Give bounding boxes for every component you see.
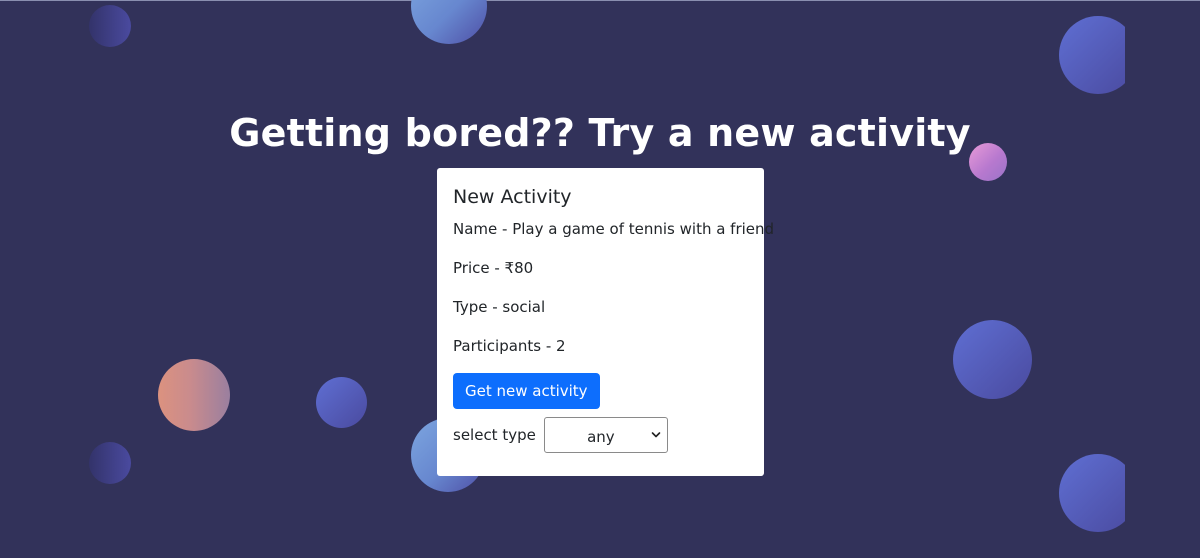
top-border bbox=[0, 0, 1200, 1]
decorative-circle bbox=[411, 0, 487, 44]
type-select-row: select type any bbox=[453, 417, 748, 453]
activity-price: Price - ₹80 bbox=[453, 259, 534, 277]
card-title: New Activity bbox=[453, 186, 572, 208]
select-type-label: select type bbox=[453, 426, 536, 444]
get-new-activity-button[interactable]: Get new activity bbox=[453, 373, 600, 409]
decorative-circle bbox=[89, 5, 131, 47]
decorative-circle bbox=[953, 320, 1032, 399]
decorative-circle-clip bbox=[1055, 15, 1125, 95]
decorative-circle bbox=[89, 442, 131, 484]
activity-type: Type - social bbox=[453, 298, 546, 316]
type-select[interactable]: any bbox=[543, 417, 668, 453]
decorative-circle bbox=[1059, 454, 1125, 532]
decorative-circle-clip bbox=[410, 0, 490, 50]
decorative-circle bbox=[1059, 16, 1125, 94]
page-heading: Getting bored?? Try a new activity bbox=[229, 111, 971, 156]
activity-card: New Activity Name - Play a game of tenni… bbox=[437, 168, 775, 476]
decorative-circle bbox=[316, 377, 367, 428]
type-select-value: any bbox=[587, 428, 615, 446]
decorative-circle-clip bbox=[1055, 450, 1125, 535]
activity-name: Name - Play a game of tennis with a frie… bbox=[453, 220, 775, 238]
activity-participants: Participants - 2 bbox=[453, 337, 566, 355]
decorative-circle bbox=[158, 359, 230, 431]
chevron-down-icon bbox=[651, 427, 661, 441]
